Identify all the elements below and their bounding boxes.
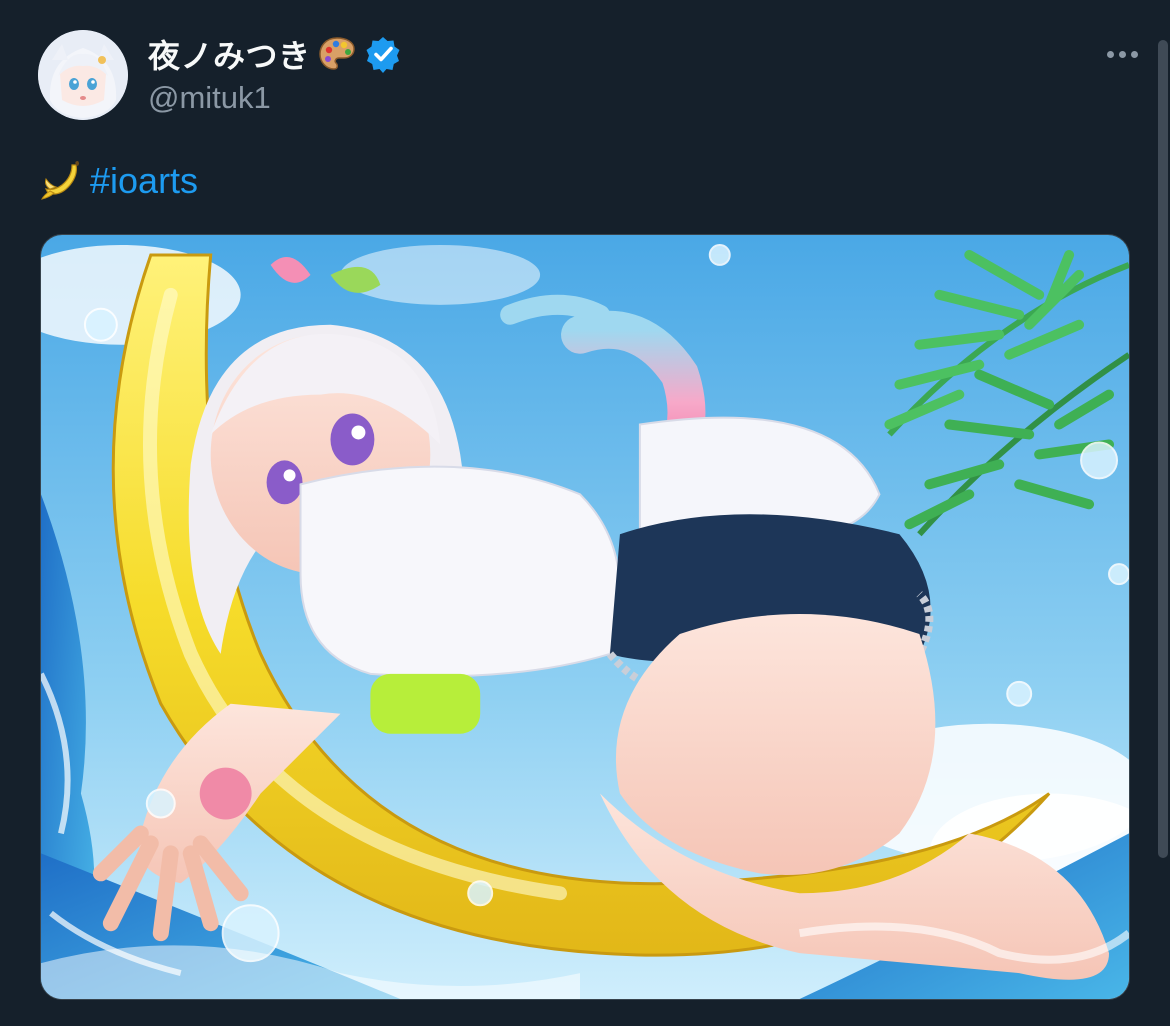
more-horizontal-icon bbox=[1106, 50, 1114, 58]
hashtag-link[interactable]: #ioarts bbox=[90, 160, 198, 202]
banana-emoji-icon bbox=[40, 159, 84, 203]
palette-icon bbox=[317, 34, 357, 74]
avatar[interactable] bbox=[38, 30, 128, 120]
verified-icon[interactable] bbox=[363, 34, 403, 74]
tweet-card: 夜ノみつき @mituk1 #ioarts bbox=[0, 0, 1170, 1026]
illustration-image bbox=[41, 235, 1129, 999]
scrollbar[interactable] bbox=[1158, 40, 1168, 858]
tweet-media-image[interactable] bbox=[40, 234, 1130, 1000]
author-name-row[interactable]: 夜ノみつき bbox=[148, 31, 403, 77]
display-name[interactable]: 夜ノみつき bbox=[148, 31, 311, 77]
tweet-text: #ioarts bbox=[40, 156, 198, 206]
author-handle[interactable]: @mituk1 bbox=[148, 80, 271, 116]
more-options-button[interactable] bbox=[1100, 40, 1144, 68]
avatar-image bbox=[38, 30, 128, 120]
